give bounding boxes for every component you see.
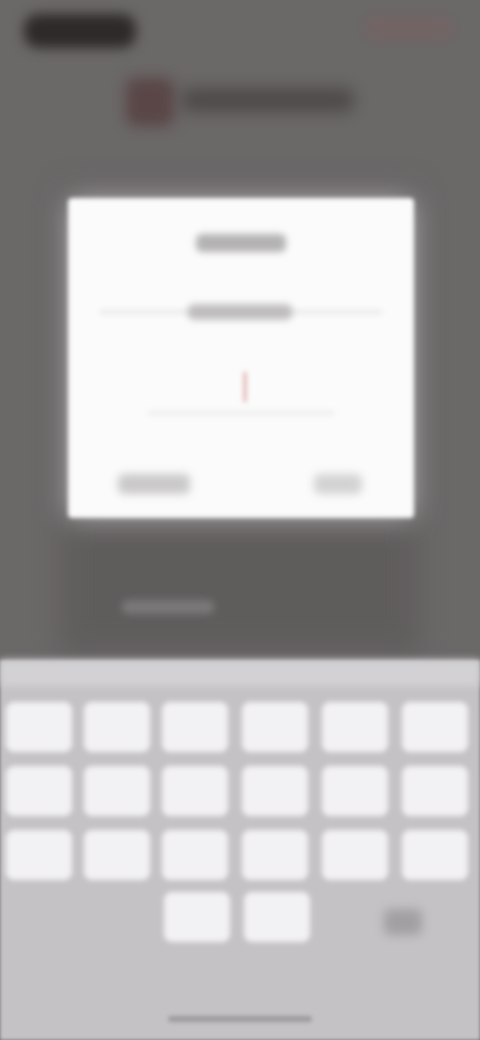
keyboard-key[interactable]: [242, 766, 308, 816]
input-underline: [148, 412, 334, 414]
keyboard-key[interactable]: [322, 830, 388, 880]
dialog-actions: [68, 468, 414, 504]
keyboard-key[interactable]: [402, 702, 468, 752]
keyboard-key[interactable]: [162, 830, 228, 880]
keyboard-key[interactable]: [242, 830, 308, 880]
keyboard-toolbar: [0, 660, 480, 686]
dialog-title: [196, 234, 286, 252]
app-logo-icon: [126, 78, 174, 126]
ok-button[interactable]: [314, 474, 362, 494]
keyboard-key[interactable]: [6, 830, 72, 880]
keyboard-key[interactable]: [162, 702, 228, 752]
on-screen-keyboard: [0, 660, 480, 1040]
cancel-button[interactable]: [118, 474, 190, 494]
dialog-label: [188, 304, 292, 320]
input-dialog: [68, 198, 414, 518]
keyboard-key[interactable]: [84, 830, 150, 880]
text-cursor: [244, 372, 246, 402]
keyboard-key[interactable]: [322, 702, 388, 752]
keyboard-key[interactable]: [162, 766, 228, 816]
status-time: [24, 14, 136, 48]
dialog-text-input[interactable]: [148, 358, 334, 418]
keyboard-key[interactable]: [242, 702, 308, 752]
keyboard-key[interactable]: [244, 892, 310, 942]
keyboard-key[interactable]: [84, 766, 150, 816]
home-indicator[interactable]: [168, 1016, 312, 1022]
backspace-icon[interactable]: [384, 909, 422, 935]
keyboard-key[interactable]: [402, 766, 468, 816]
keyboard-key[interactable]: [6, 702, 72, 752]
status-icons: [366, 18, 452, 38]
keyboard-key[interactable]: [322, 766, 388, 816]
hint-text: [122, 600, 214, 614]
status-bar: [0, 0, 480, 60]
keyboard-key[interactable]: [6, 766, 72, 816]
keyboard-key[interactable]: [164, 892, 230, 942]
app-name: [182, 88, 354, 112]
keyboard-key[interactable]: [84, 702, 150, 752]
keyboard-key[interactable]: [402, 830, 468, 880]
